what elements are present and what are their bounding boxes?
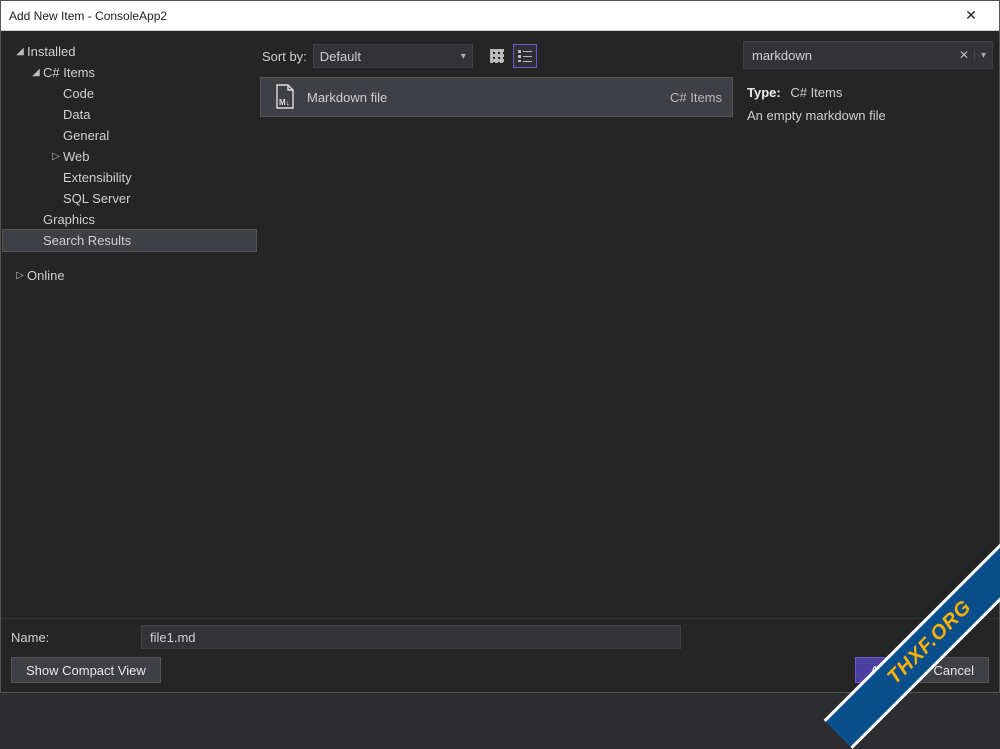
add-button[interactable]: Add	[855, 657, 908, 683]
template-details: Type: C# Items An empty markdown file	[743, 69, 993, 140]
titlebar: Add New Item - ConsoleApp2 ✕	[1, 1, 999, 31]
tree-label: SQL Server	[63, 191, 130, 206]
tree-label: Online	[27, 268, 65, 283]
search-box: ✕ ▾	[743, 41, 993, 69]
tree-graphics[interactable]: Graphics	[3, 209, 256, 230]
chevron-down-icon: ▾	[461, 51, 466, 62]
tree-extensibility[interactable]: Extensibility	[3, 167, 256, 188]
tree-label: Search Results	[43, 233, 131, 248]
template-category: C# Items	[670, 90, 722, 105]
tree-installed[interactable]: ◢ Installed	[3, 41, 256, 62]
template-name: Markdown file	[307, 90, 670, 105]
view-grid-button[interactable]	[485, 44, 509, 68]
compact-view-button[interactable]: Show Compact View	[11, 657, 161, 683]
view-list-button[interactable]	[513, 44, 537, 68]
template-description: An empty markdown file	[747, 104, 989, 127]
name-row: Name:	[11, 625, 989, 649]
sort-by-dropdown[interactable]: Default ▾	[313, 44, 473, 68]
name-input[interactable]	[141, 625, 681, 649]
tree-data[interactable]: Data	[3, 104, 256, 125]
chevron-down-icon: ◢	[29, 67, 43, 78]
window-title: Add New Item - ConsoleApp2	[9, 9, 951, 23]
type-label: Type:	[747, 85, 781, 100]
cancel-button[interactable]: Cancel	[919, 657, 989, 683]
chevron-down-icon: ◢	[13, 46, 27, 57]
search-input[interactable]	[744, 48, 954, 63]
dialog-window: Add New Item - ConsoleApp2 ✕ ◢ Installed…	[0, 0, 1000, 693]
search-options-dropdown[interactable]: ▾	[974, 50, 992, 61]
tree-label: General	[63, 128, 109, 143]
svg-text:M↓: M↓	[279, 98, 290, 107]
tree-online[interactable]: ▷ Online	[3, 265, 256, 286]
type-value: C# Items	[790, 85, 842, 100]
grid-icon	[490, 49, 504, 63]
dialog-body: ◢ Installed ◢ C# Items Code Data Ge	[1, 31, 999, 692]
tree-sqlserver[interactable]: SQL Server	[3, 188, 256, 209]
bottom-bar: Name: Show Compact View Add Cancel	[1, 618, 999, 692]
template-list: M↓ Markdown file C# Items	[260, 77, 733, 612]
category-tree: ◢ Installed ◢ C# Items Code Data Ge	[1, 31, 256, 618]
tree-general[interactable]: General	[3, 125, 256, 146]
tree-web[interactable]: ▷ Web	[3, 146, 256, 167]
tree-label: Web	[63, 149, 90, 164]
tree-label: Data	[63, 107, 90, 122]
templates-toolbar: Sort by: Default ▾	[260, 41, 733, 71]
chevron-right-icon: ▷	[49, 151, 63, 162]
details-panel: ✕ ▾ Type: C# Items An empty markdown fil…	[737, 31, 999, 618]
main-area: ◢ Installed ◢ C# Items Code Data Ge	[1, 31, 999, 618]
type-line: Type: C# Items	[747, 81, 989, 104]
templates-panel: Sort by: Default ▾	[256, 31, 737, 618]
view-mode-group	[485, 44, 537, 68]
tree-label: C# Items	[43, 65, 95, 80]
chevron-right-icon: ▷	[13, 270, 27, 281]
button-row: Show Compact View Add Cancel	[11, 657, 989, 683]
tree-label: Extensibility	[63, 170, 132, 185]
template-row[interactable]: M↓ Markdown file C# Items	[260, 77, 733, 117]
tree-label: Graphics	[43, 212, 95, 227]
tree-code[interactable]: Code	[3, 83, 256, 104]
tree-label: Installed	[27, 44, 75, 59]
spacer	[3, 251, 256, 265]
tree-csharp-items[interactable]: ◢ C# Items	[3, 62, 256, 83]
clear-search-button[interactable]: ✕	[954, 48, 974, 62]
sort-by-label: Sort by:	[262, 49, 307, 64]
markdown-file-icon: M↓	[271, 84, 299, 110]
list-icon	[518, 50, 532, 62]
tree-label: Code	[63, 86, 94, 101]
sort-by-value: Default	[320, 49, 361, 64]
tree-search-results[interactable]: Search Results	[3, 230, 256, 251]
close-button[interactable]: ✕	[951, 7, 991, 24]
name-label: Name:	[11, 630, 131, 645]
